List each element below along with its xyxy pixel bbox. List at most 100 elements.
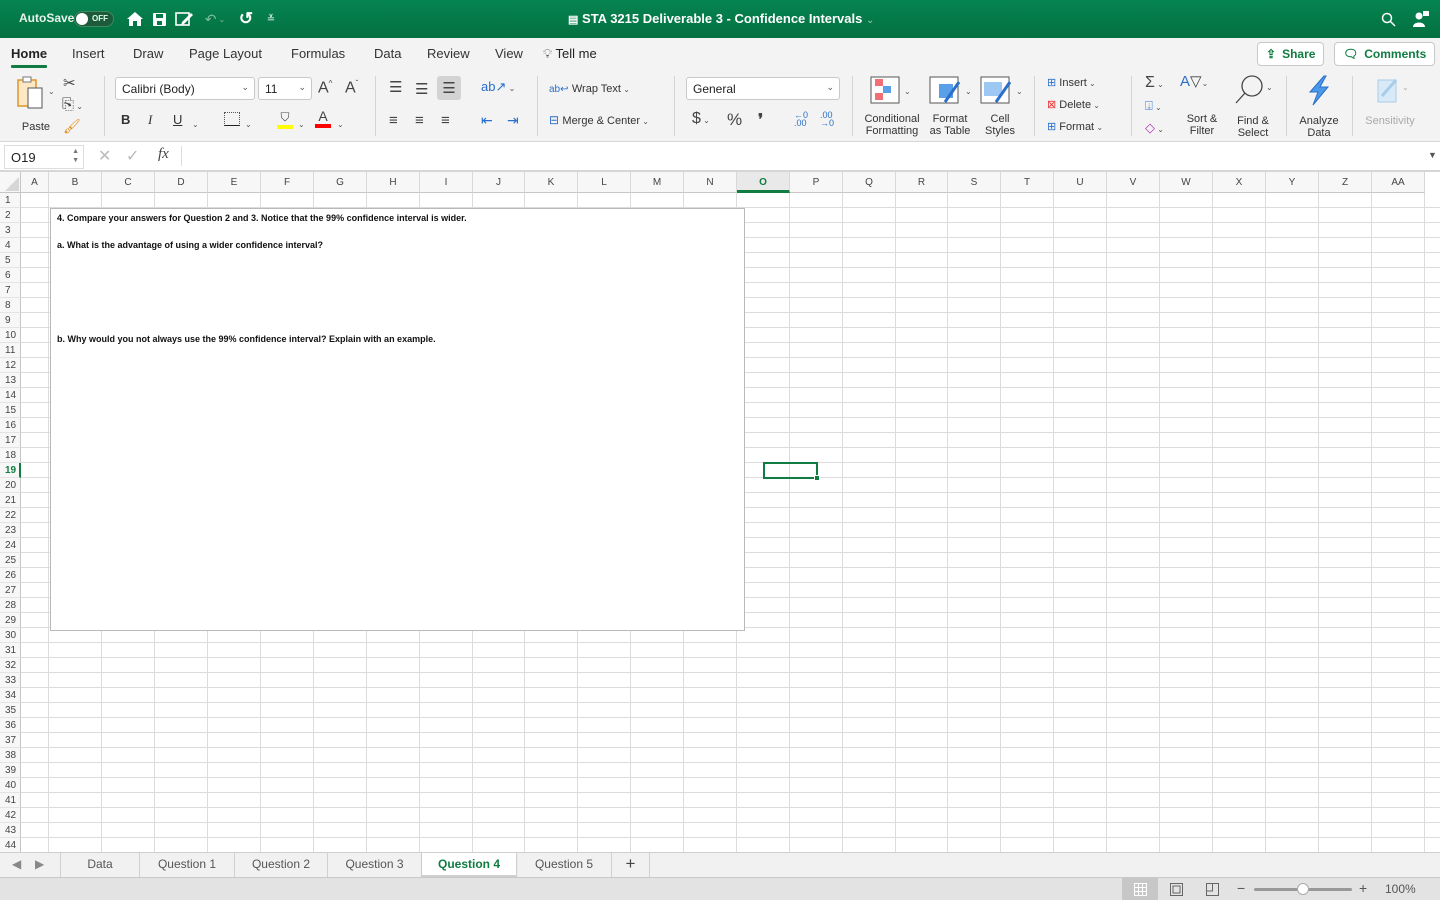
format-cells-button[interactable]: ⊞ Format ⌄ xyxy=(1047,120,1103,133)
wrap-text-button[interactable]: ab↩ Wrap Text ⌄ xyxy=(549,81,630,95)
column-header-w[interactable]: W xyxy=(1160,172,1213,193)
zoom-level[interactable]: 100% xyxy=(1385,882,1416,896)
sheet-tab-question-2[interactable]: Question 2 xyxy=(235,853,328,877)
currency-button[interactable]: $ ⌄ xyxy=(692,110,710,128)
row-header-4[interactable]: 4 xyxy=(0,238,21,253)
tab-review[interactable]: Review xyxy=(427,46,470,61)
row-header-29[interactable]: 29 xyxy=(0,613,21,628)
autosum-icon[interactable]: Σ ⌄ xyxy=(1145,74,1164,92)
column-header-k[interactable]: K xyxy=(525,172,578,193)
column-header-n[interactable]: N xyxy=(684,172,737,193)
merge-center-button[interactable]: ⊟ Merge & Center ⌄ xyxy=(549,113,649,127)
row-header-17[interactable]: 17 xyxy=(0,433,21,448)
add-sheet-button[interactable]: + xyxy=(612,853,650,877)
row-header-15[interactable]: 15 xyxy=(0,403,21,418)
comma-button[interactable]: ❜ xyxy=(758,110,763,130)
row-header-13[interactable]: 13 xyxy=(0,373,21,388)
row-header-7[interactable]: 7 xyxy=(0,283,21,298)
expand-formula-bar-icon[interactable]: ▼ xyxy=(1428,150,1437,160)
row-header-27[interactable]: 27 xyxy=(0,583,21,598)
format-as-table-button[interactable]: ⌄ Format as Table xyxy=(925,74,975,137)
column-header-m[interactable]: M xyxy=(631,172,684,193)
align-middle-icon[interactable]: ☰ xyxy=(415,80,428,98)
column-header-r[interactable]: R xyxy=(896,172,948,193)
search-icon[interactable] xyxy=(1378,8,1398,30)
row-header-23[interactable]: 23 xyxy=(0,523,21,538)
delete-cells-button[interactable]: ⊠ Delete ⌄ xyxy=(1047,98,1100,111)
orientation-icon[interactable]: ab↗ ⌄ xyxy=(481,79,515,95)
column-header-j[interactable]: J xyxy=(473,172,525,193)
increase-indent-icon[interactable]: ⇥ xyxy=(507,112,519,129)
column-header-t[interactable]: T xyxy=(1001,172,1054,193)
question-text-box[interactable]: 4. Compare your answers for Question 2 a… xyxy=(50,208,745,631)
conditional-formatting-button[interactable]: ⌄ Conditional Formatting xyxy=(862,74,922,137)
column-header-a[interactable]: A xyxy=(21,172,49,193)
autosave-toggle[interactable]: OFF xyxy=(74,11,114,27)
font-color-dropdown[interactable]: ⌄ xyxy=(337,114,344,132)
function-icon[interactable]: fx xyxy=(158,146,169,163)
fill-icon[interactable]: ⍗ ⌄ xyxy=(1145,98,1162,114)
row-header-5[interactable]: 5 xyxy=(0,253,21,268)
row-header-31[interactable]: 31 xyxy=(0,643,21,658)
column-header-c[interactable]: C xyxy=(102,172,155,193)
document-title[interactable]: ▤ STA 3215 Deliverable 3 - Confidence In… xyxy=(568,11,874,26)
column-header-h[interactable]: H xyxy=(367,172,420,193)
row-header-43[interactable]: 43 xyxy=(0,823,21,838)
copy-icon[interactable]: ⎘ ⌄ xyxy=(62,96,83,113)
decrease-font-size-icon[interactable]: Aˇ xyxy=(345,79,358,97)
borders-dropdown[interactable]: ⌄ xyxy=(245,114,252,132)
sensitivity-button[interactable]: ⌄ Sensitivity xyxy=(1362,74,1418,127)
row-header-12[interactable]: 12 xyxy=(0,358,21,373)
row-header-42[interactable]: 42 xyxy=(0,808,21,823)
normal-view-icon[interactable] xyxy=(1122,878,1158,900)
column-header-z[interactable]: Z xyxy=(1319,172,1372,193)
font-size-select[interactable]: 11 ⌄ xyxy=(258,77,312,100)
row-header-14[interactable]: 14 xyxy=(0,388,21,403)
tab-view[interactable]: View xyxy=(495,46,523,61)
column-header-v[interactable]: V xyxy=(1107,172,1160,193)
row-header-16[interactable]: 16 xyxy=(0,418,21,433)
spreadsheet-grid[interactable]: A B C D E F G H I J K L M N O P Q R S T U V W X Y Z AA 1 2 3 4 5 6 7 8 9 10… xyxy=(0,172,1440,852)
cell-styles-button[interactable]: ⌄ Cell Styles xyxy=(976,74,1024,137)
fill-handle[interactable] xyxy=(814,475,820,481)
column-header-u[interactable]: U xyxy=(1054,172,1107,193)
row-header-30[interactable]: 30 xyxy=(0,628,21,643)
sheet-tab-question-4[interactable]: Question 4 xyxy=(422,853,517,877)
sheet-tab-data[interactable]: Data xyxy=(61,853,140,877)
tab-data[interactable]: Data xyxy=(374,46,401,61)
row-header-39[interactable]: 39 xyxy=(0,763,21,778)
column-header-d[interactable]: D xyxy=(155,172,208,193)
align-center-icon[interactable]: ≡ xyxy=(415,112,424,129)
column-header-aa[interactable]: AA xyxy=(1372,172,1425,193)
scroll-tabs-right-icon[interactable]: ▶ xyxy=(35,857,44,871)
page-layout-view-icon[interactable] xyxy=(1158,878,1194,900)
row-header-34[interactable]: 34 xyxy=(0,688,21,703)
tab-insert[interactable]: Insert xyxy=(72,46,105,61)
row-header-32[interactable]: 32 xyxy=(0,658,21,673)
column-header-i[interactable]: I xyxy=(420,172,473,193)
align-left-icon[interactable]: ≡ xyxy=(389,112,398,129)
font-color-icon[interactable]: A xyxy=(315,108,331,128)
row-header-26[interactable]: 26 xyxy=(0,568,21,583)
column-header-l[interactable]: L xyxy=(578,172,631,193)
clear-icon[interactable]: ◇ ⌄ xyxy=(1145,120,1164,136)
zoom-in-button[interactable]: + xyxy=(1359,880,1367,896)
analyze-data-button[interactable]: Analyze Data xyxy=(1296,74,1342,139)
edit-icon[interactable] xyxy=(173,8,195,30)
zoom-slider[interactable] xyxy=(1254,883,1352,895)
column-header-b[interactable]: B xyxy=(49,172,102,193)
row-header-36[interactable]: 36 xyxy=(0,718,21,733)
italic-button[interactable]: I xyxy=(148,112,152,128)
row-header-10[interactable]: 10 xyxy=(0,328,21,343)
row-header-9[interactable]: 9 xyxy=(0,313,21,328)
align-top-icon[interactable]: ☰ xyxy=(389,78,402,96)
tab-page-layout[interactable]: Page Layout xyxy=(189,46,262,61)
name-box-stepper-icon[interactable]: ▲ ▼ xyxy=(72,147,79,165)
row-header-37[interactable]: 37 xyxy=(0,733,21,748)
row-header-2[interactable]: 2 xyxy=(0,208,21,223)
cut-icon[interactable]: ✂ xyxy=(63,74,76,92)
row-header-6[interactable]: 6 xyxy=(0,268,21,283)
row-header-38[interactable]: 38 xyxy=(0,748,21,763)
account-icon[interactable] xyxy=(1410,8,1432,30)
select-all-corner[interactable] xyxy=(0,172,21,193)
